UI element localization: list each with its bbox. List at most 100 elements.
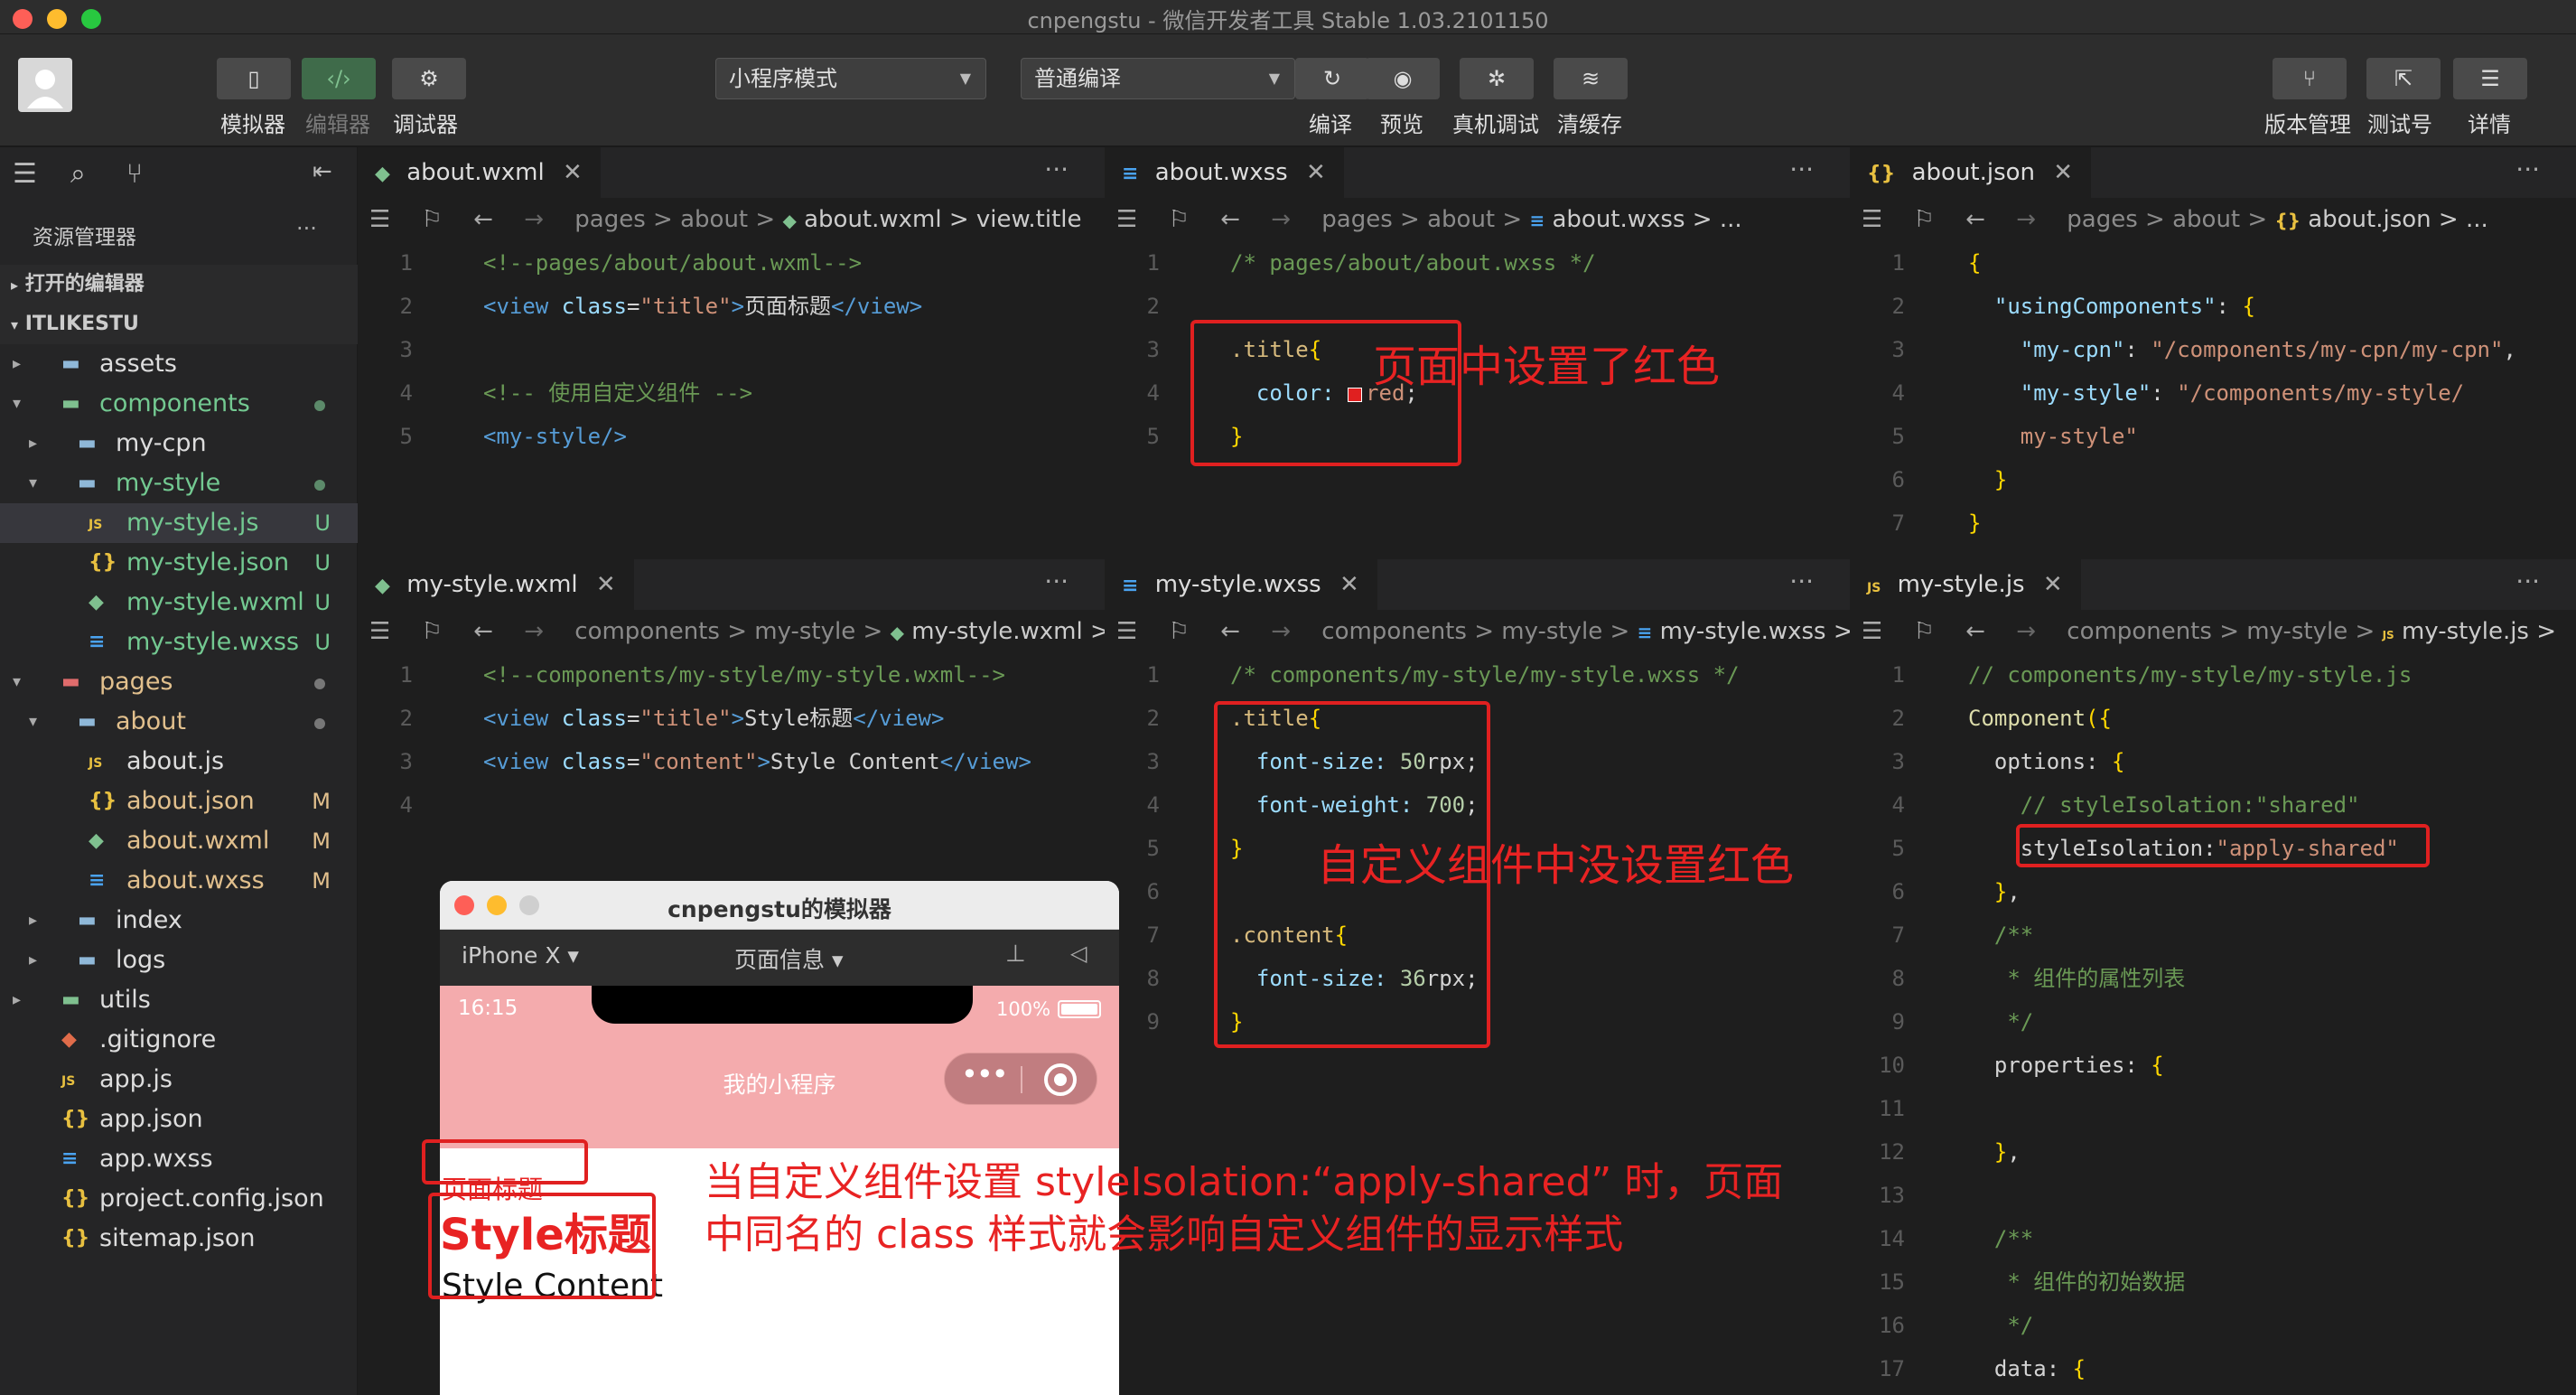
bookmark-icon[interactable]: ⚐ [1914,206,1935,233]
editor-tab[interactable]: ≡ my-style.wxss ✕ [1106,559,1377,610]
workspace-section[interactable]: ▾ ITLIKESTU [0,304,358,344]
breadcrumb-item[interactable]: pages [1321,206,1392,233]
tree-item[interactable]: ▸ ▬ my-cpn [0,424,358,463]
pin-icon[interactable]: ⊥ [1005,941,1026,968]
list-icon[interactable]: ☰ [1862,206,1882,233]
breadcrumb-item[interactable]: my-style [754,618,855,645]
back-arrow-icon[interactable]: ← [473,206,493,233]
breadcrumb-file[interactable]: about.json [2308,206,2431,233]
branch-button[interactable]: ⑂ [2273,58,2347,99]
tree-item[interactable]: ◆ .gitignore [0,1020,358,1060]
chevron-right-icon[interactable]: ▸ [29,941,37,980]
tree-item[interactable]: JS app.js [0,1060,358,1100]
editor-tab[interactable]: JS my-style.js ✕ [1851,559,2081,610]
chevron-right-icon[interactable]: ▸ [29,901,37,941]
share-button[interactable]: ⇱ [2366,58,2441,99]
editor-tab[interactable]: {} about.json ✕ [1851,147,2092,198]
breadcrumb-item[interactable]: components [2067,618,2212,645]
back-arrow-icon[interactable]: ← [1965,618,1985,645]
layers-button[interactable]: ≋ [1554,58,1628,99]
close-miniprogram-icon[interactable] [1044,1063,1077,1096]
tree-item[interactable]: ◆ my-style.wxml U [0,583,358,623]
chevron-down-icon[interactable]: ▾ [13,384,21,424]
breadcrumb-tail[interactable]: > [2536,618,2556,645]
tree-item[interactable]: ▾ ▬ my-style [0,463,358,503]
tree-item[interactable]: {} app.json [0,1100,358,1139]
menu-button[interactable]: ☰ [2453,58,2527,99]
forward-arrow-icon[interactable]: → [524,206,544,233]
collapse-panel-icon[interactable]: ⇤ [313,158,332,185]
tree-item[interactable]: ≡ my-style.wxss U [0,623,358,662]
bug-button[interactable]: ✲ [1460,58,1534,99]
breadcrumb-item[interactable]: about [680,206,748,233]
breadcrumb-file[interactable]: my-style.wxml [911,618,1082,645]
breadcrumb-item[interactable]: my-style [2246,618,2347,645]
breadcrumb-tail[interactable]: > view.title [949,206,1082,233]
compile-select[interactable]: 普通编译 ▼ [1021,58,1295,99]
tree-item[interactable]: ▾ ▬ components [0,384,358,424]
tree-item[interactable]: ▾ ▬ pages [0,662,358,702]
chevron-right-icon[interactable]: ▸ [13,980,21,1020]
chevron-right-icon[interactable]: ▸ [13,344,21,384]
close-icon[interactable]: ✕ [2053,159,2073,186]
back-arrow-icon[interactable]: ← [1220,618,1240,645]
tree-item[interactable]: ▸ ▬ utils [0,980,358,1020]
bookmark-icon[interactable]: ⚐ [1914,618,1935,645]
more-actions-button[interactable]: ··· [1789,566,1814,596]
more-actions-button[interactable]: ··· [2515,566,2540,596]
eye-button[interactable]: ◉ [1366,58,1440,99]
tree-item[interactable]: {} sitemap.json [0,1219,358,1259]
bookmark-icon[interactable]: ⚐ [1169,206,1190,233]
search-icon[interactable]: ⌕ [70,158,86,190]
device-select[interactable]: iPhone X ▾ [462,942,579,969]
breadcrumb-tail[interactable]: > [1090,618,1105,645]
close-icon[interactable]: ✕ [2043,571,2063,598]
chevron-down-icon[interactable]: ▾ [29,463,37,503]
list-icon[interactable]: ☰ [1862,618,1882,645]
tree-item[interactable]: ▸ ▬ index [0,901,358,941]
tree-item[interactable]: ▸ ▬ assets [0,344,358,384]
avatar[interactable] [18,58,72,112]
close-icon[interactable]: ✕ [1306,159,1326,186]
list-icon[interactable]: ☰ [1116,618,1137,645]
forward-arrow-icon[interactable]: → [524,618,544,645]
list-icon[interactable]: ☰ [369,618,390,645]
volume-icon[interactable]: ◁ [1070,941,1087,966]
chevron-right-icon[interactable]: ▸ [29,424,37,463]
bookmark-icon[interactable]: ⚐ [1169,618,1190,645]
forward-arrow-icon[interactable]: → [2016,206,2036,233]
open-editors-section[interactable]: ▸ 打开的编辑器 [0,265,358,304]
bookmark-icon[interactable]: ⚐ [422,618,443,645]
tree-item[interactable]: {} project.config.json [0,1179,358,1219]
explorer-more-button[interactable]: ··· [296,216,317,241]
source-control-icon[interactable]: ⑂ [126,158,143,190]
mode-select[interactable]: 小程序模式 ▼ [715,58,986,99]
breadcrumb-item[interactable]: my-style [1501,618,1602,645]
bookmark-icon[interactable]: ⚐ [422,206,443,233]
editor-tab[interactable]: ◆ my-style.wxml ✕ [359,559,634,610]
breadcrumb-file[interactable]: about.wxml [804,206,941,233]
tree-item[interactable]: ◆ about.wxml M [0,821,358,861]
breadcrumb-item[interactable]: pages [574,206,645,233]
tree-item[interactable]: {} about.json M [0,782,358,821]
tree-item[interactable]: ≡ about.wxss M [0,861,358,901]
breadcrumb-item[interactable]: components [574,618,720,645]
more-actions-button[interactable]: ··· [1044,566,1069,596]
close-icon[interactable]: ✕ [1339,571,1359,598]
more-actions-button[interactable]: ··· [2515,154,2540,184]
forward-arrow-icon[interactable]: → [2016,618,2036,645]
forward-arrow-icon[interactable]: → [1271,618,1291,645]
back-arrow-icon[interactable]: ← [473,618,493,645]
list-icon[interactable]: ☰ [369,206,390,233]
close-icon[interactable]: ✕ [596,571,616,598]
breadcrumb-tail[interactable]: > ... [2439,206,2488,233]
refresh-button[interactable]: ↻ [1295,58,1369,99]
breadcrumb-file[interactable]: my-style.wxss [1660,618,1826,645]
tree-item[interactable]: JS about.js [0,742,358,782]
tree-item[interactable]: JS my-style.js U [0,503,358,543]
tree-item[interactable]: ≡ app.wxss [0,1139,358,1179]
back-arrow-icon[interactable]: ← [1220,206,1240,233]
capsule-menu[interactable]: ••• [944,1053,1097,1105]
breadcrumb-item[interactable]: pages [2067,206,2137,233]
breadcrumb-item[interactable]: about [1427,206,1495,233]
